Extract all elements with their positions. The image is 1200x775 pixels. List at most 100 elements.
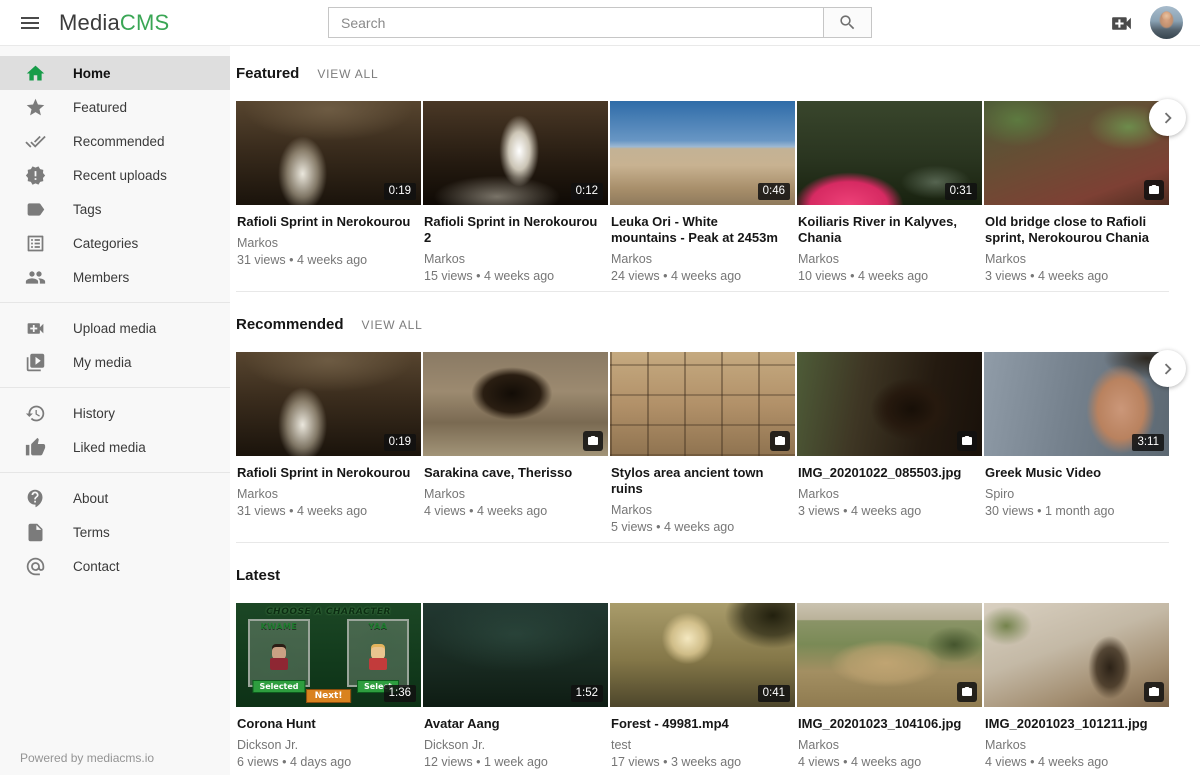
sidebar-item-members[interactable]: Members [0, 260, 230, 294]
double-check-icon [25, 131, 46, 152]
user-avatar[interactable] [1150, 6, 1183, 39]
card-row: 0:19 Rafioli Sprint in Nerokourou Markos… [236, 101, 1169, 291]
media-title[interactable]: Koiliaris River in Kalyves, Chania [798, 214, 972, 246]
media-thumbnail[interactable]: CHOOSE A CHARACTER KWAME Selected YAA Se… [236, 603, 421, 707]
sidebar-item-recent-uploads[interactable]: Recent uploads [0, 158, 230, 192]
sidebar-divider [0, 387, 230, 388]
media-card-info: Greek Music Video Spiro 30 views • 1 mon… [984, 456, 1169, 542]
media-author[interactable]: Markos [424, 487, 598, 501]
media-title[interactable]: Rafioli Sprint in Nerokourou [237, 214, 411, 230]
media-card: 0:41 Forest - 49981.mp4 test 17 views • … [610, 603, 795, 775]
chevron-right-icon [1157, 358, 1179, 380]
media-title[interactable]: Greek Music Video [985, 465, 1159, 481]
media-title[interactable]: Stylos area ancient town ruins [611, 465, 785, 497]
media-card-info: IMG_20201023_104106.jpg Markos 4 views •… [797, 707, 982, 775]
media-author[interactable]: Markos [798, 738, 972, 752]
thumb-up-icon [25, 437, 46, 458]
media-thumbnail[interactable] [984, 603, 1169, 707]
sidebar-item-featured[interactable]: Featured [0, 90, 230, 124]
media-thumbnail[interactable]: 1:52 [423, 603, 608, 707]
media-thumbnail[interactable] [610, 352, 795, 456]
media-thumbnail[interactable] [797, 603, 982, 707]
view-all-link[interactable]: VIEW ALL [362, 318, 423, 332]
media-title[interactable]: Rafioli Sprint in Nerokourou 2 [424, 214, 598, 246]
sidebar-item-label: Home [73, 66, 111, 81]
media-title[interactable]: IMG_20201023_101211.jpg [985, 716, 1159, 732]
media-author[interactable]: Dickson Jr. [237, 738, 411, 752]
media-card: CHOOSE A CHARACTER KWAME Selected YAA Se… [236, 603, 421, 775]
sidebar-item-upload-media[interactable]: Upload media [0, 311, 230, 345]
sidebar-item-liked-media[interactable]: Liked media [0, 430, 230, 464]
media-title[interactable]: IMG_20201023_104106.jpg [798, 716, 972, 732]
sidebar-item-recommended[interactable]: Recommended [0, 124, 230, 158]
media-thumbnail[interactable]: 0:31 [797, 101, 982, 205]
media-author[interactable]: Markos [985, 252, 1159, 266]
media-author[interactable]: Markos [985, 738, 1159, 752]
sidebar-item-history[interactable]: History [0, 396, 230, 430]
media-title[interactable]: Leuka Ori - White mountains - Peak at 24… [611, 214, 785, 246]
sidebar-item-tags[interactable]: Tags [0, 192, 230, 226]
sidebar-item-categories[interactable]: Categories [0, 226, 230, 260]
carousel-next-button[interactable] [1149, 350, 1186, 387]
duration-badge: 0:19 [384, 434, 416, 451]
media-meta: 12 views • 1 week ago [424, 755, 598, 769]
media-thumbnail[interactable]: 0:12 [423, 101, 608, 205]
mediacms-logo[interactable]: MediaCMS [59, 10, 169, 36]
section-header: Latest [236, 567, 1169, 584]
media-author[interactable]: Markos [798, 252, 972, 266]
sidebar-item-my-media[interactable]: My media [0, 345, 230, 379]
media-author[interactable]: Markos [237, 236, 411, 250]
media-title[interactable]: Rafioli Sprint in Nerokourou [237, 465, 411, 481]
sidebar-item-label: Upload media [73, 321, 156, 336]
sidebar-item-label: Contact [73, 559, 120, 574]
camera-icon [1148, 184, 1160, 196]
media-card: 1:52 Avatar Aang Dickson Jr. 12 views • … [423, 603, 608, 775]
media-meta: 30 views • 1 month ago [985, 504, 1159, 518]
media-thumbnail[interactable]: 0:19 [236, 352, 421, 456]
sidebar-item-home[interactable]: Home [0, 56, 230, 90]
duration-badge: 0:12 [571, 183, 603, 200]
media-author[interactable]: Spiro [985, 487, 1159, 501]
media-card-info: Rafioli Sprint in Nerokourou Markos 31 v… [236, 456, 421, 542]
media-title[interactable]: Forest - 49981.mp4 [611, 716, 785, 732]
media-card-info: Sarakina cave, Therisso Markos 4 views •… [423, 456, 608, 542]
carousel-next-button[interactable] [1149, 99, 1186, 136]
media-thumbnail[interactable]: 0:41 [610, 603, 795, 707]
media-title[interactable]: Old bridge close to Rafioli sprint, Nero… [985, 214, 1159, 246]
media-title[interactable]: Corona Hunt [237, 716, 411, 732]
media-title[interactable]: IMG_20201022_085503.jpg [798, 465, 972, 481]
sidebar-item-contact[interactable]: Contact [0, 549, 230, 583]
menu-icon[interactable] [18, 11, 42, 35]
media-thumbnail[interactable]: 3:11 [984, 352, 1169, 456]
media-title[interactable]: Avatar Aang [424, 716, 598, 732]
logo-media-text: Media [59, 10, 120, 35]
media-thumbnail[interactable] [797, 352, 982, 456]
media-author[interactable]: Dickson Jr. [424, 738, 598, 752]
logo-cms-text: CMS [120, 10, 170, 35]
image-type-badge [770, 431, 790, 451]
media-author[interactable]: Markos [611, 503, 785, 517]
media-meta: 3 views • 4 weeks ago [798, 504, 972, 518]
media-title[interactable]: Sarakina cave, Therisso [424, 465, 598, 481]
media-author[interactable]: test [611, 738, 785, 752]
sidebar-item-about[interactable]: About [0, 481, 230, 515]
duration-badge: 1:52 [571, 685, 603, 702]
duration-badge: 0:31 [945, 183, 977, 200]
media-author[interactable]: Markos [798, 487, 972, 501]
sidebar-item-label: Tags [73, 202, 102, 217]
powered-by-link[interactable]: Powered by mediacms.io [20, 751, 154, 765]
search-input[interactable] [329, 8, 823, 37]
sidebar-item-label: Featured [73, 100, 127, 115]
media-thumbnail[interactable]: 0:46 [610, 101, 795, 205]
media-author[interactable]: Markos [424, 252, 598, 266]
video-upload-icon[interactable] [1109, 11, 1134, 36]
media-author[interactable]: Markos [611, 252, 785, 266]
media-thumbnail[interactable]: 0:19 [236, 101, 421, 205]
media-thumbnail[interactable] [984, 101, 1169, 205]
media-author[interactable]: Markos [237, 487, 411, 501]
media-thumbnail[interactable] [423, 352, 608, 456]
search-button[interactable] [823, 8, 871, 37]
view-all-link[interactable]: VIEW ALL [317, 67, 378, 81]
sidebar-item-terms[interactable]: Terms [0, 515, 230, 549]
media-meta: 17 views • 3 weeks ago [611, 755, 785, 769]
